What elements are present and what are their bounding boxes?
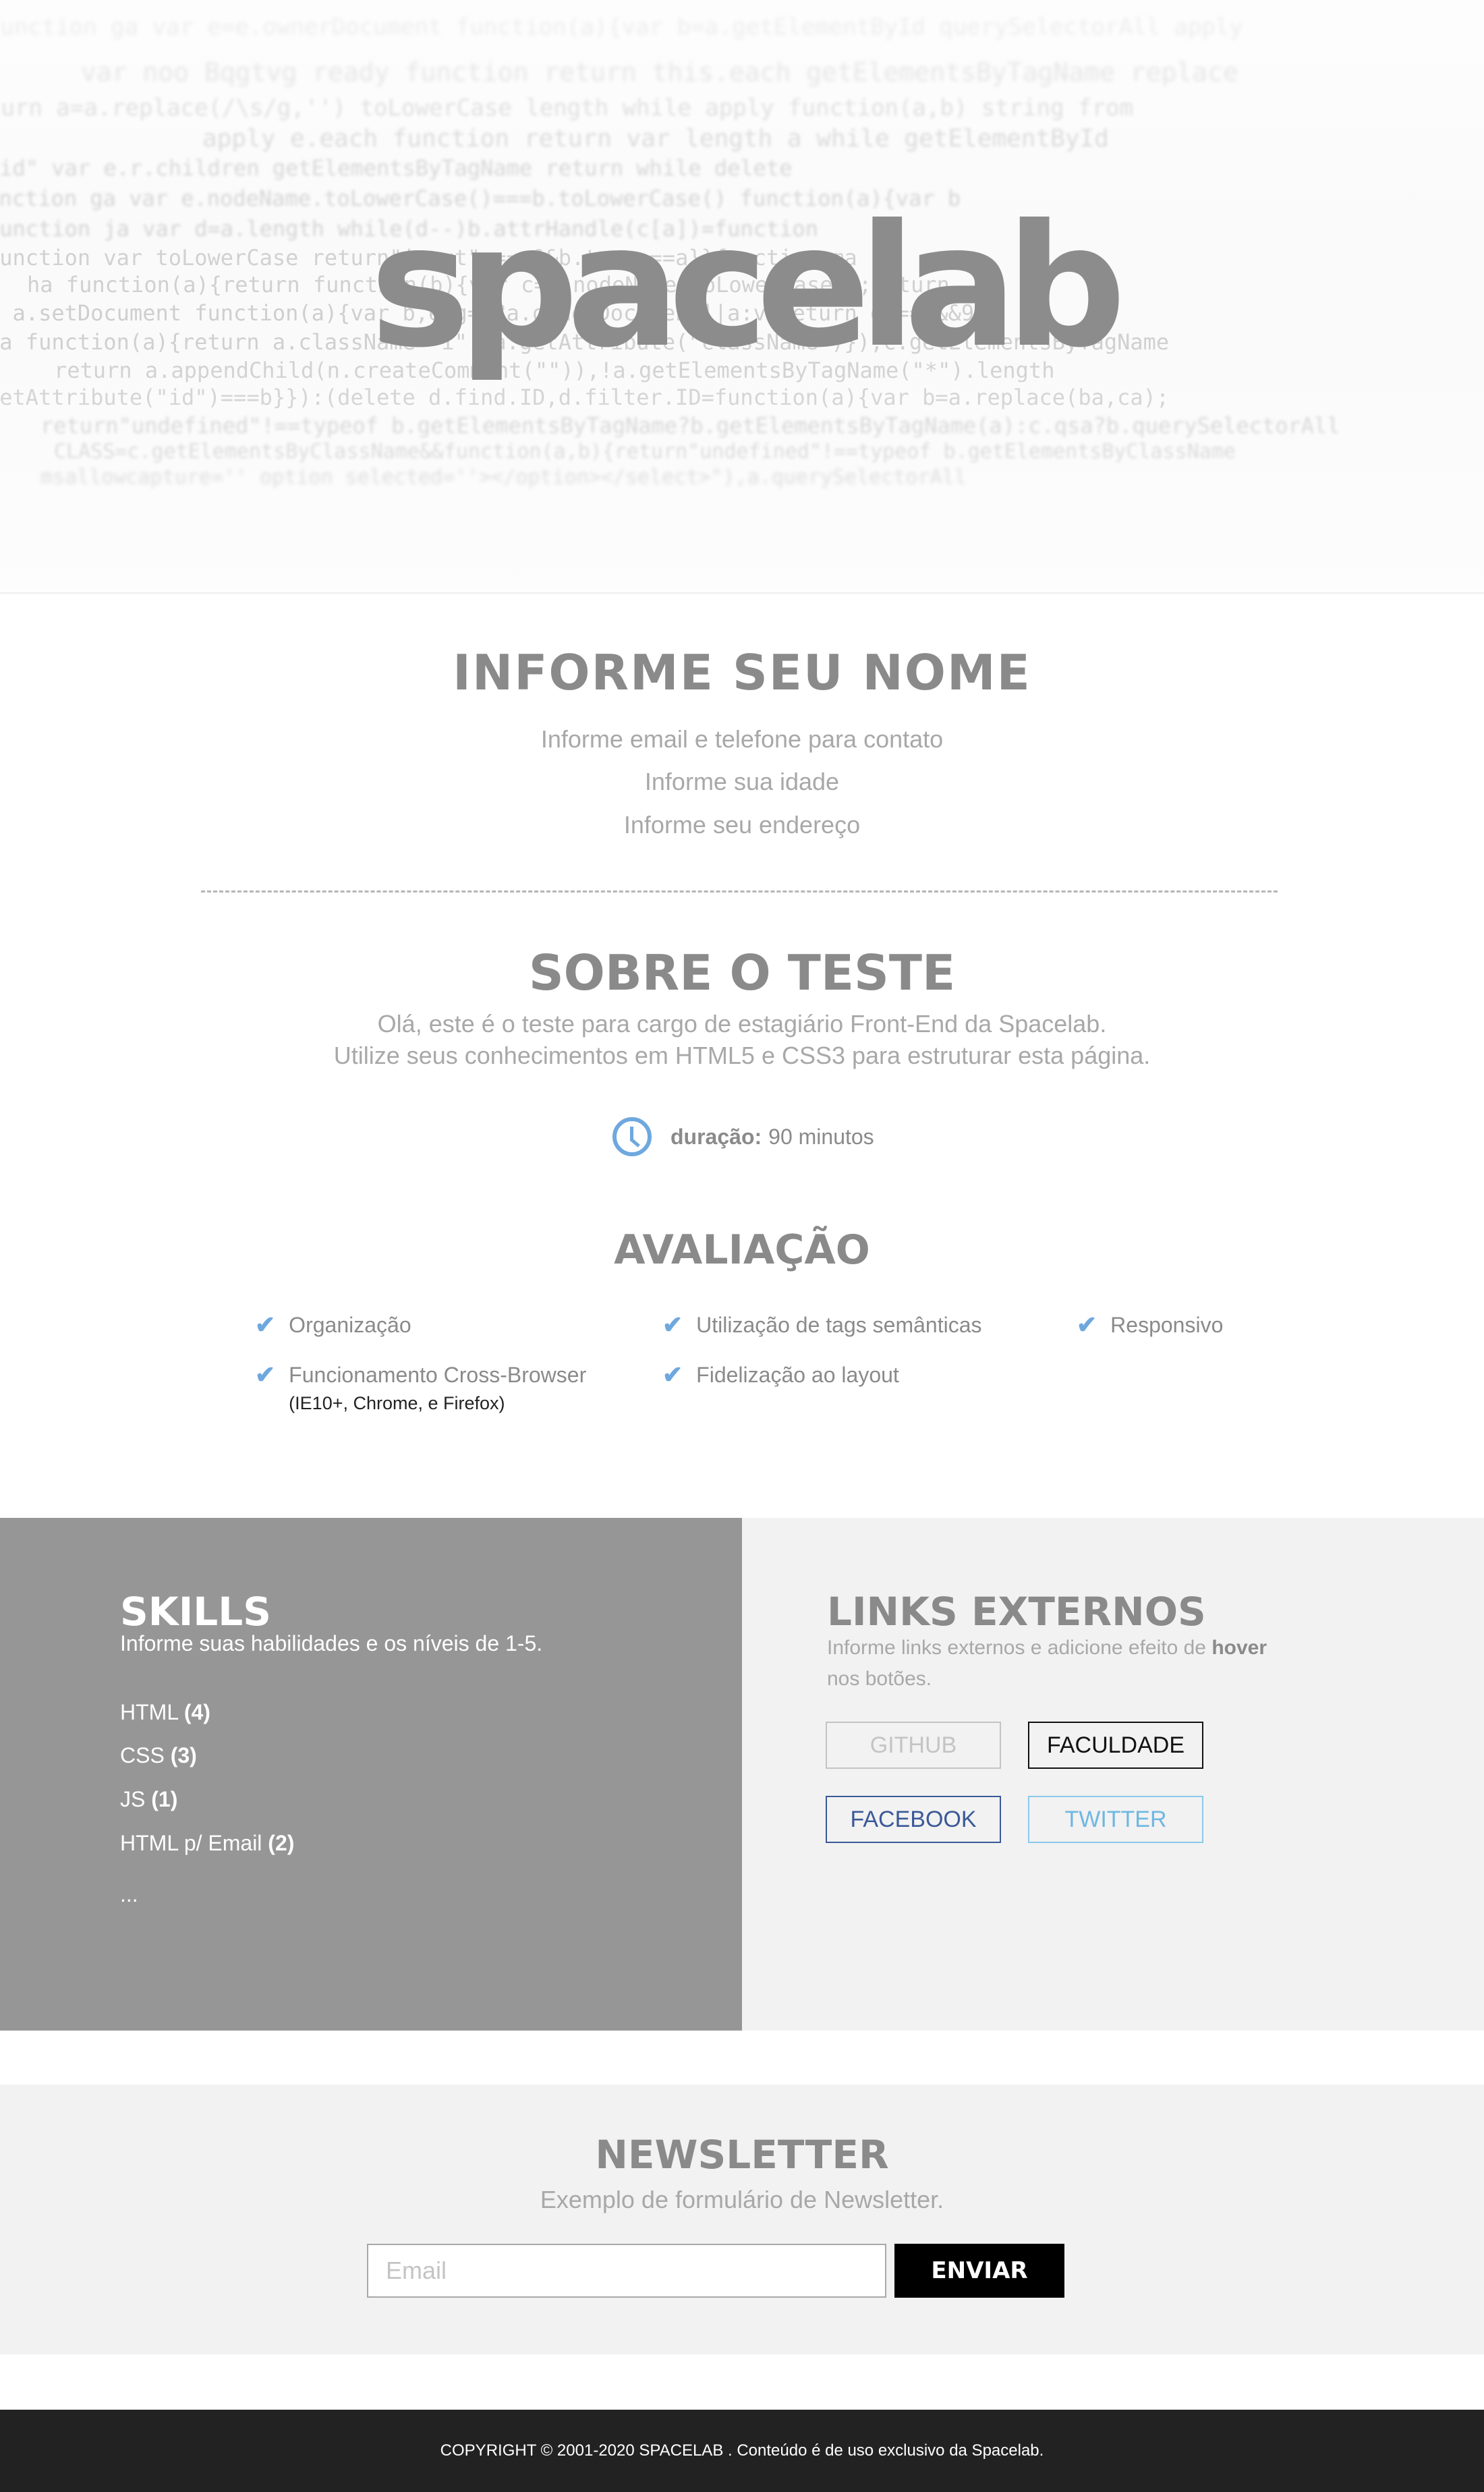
newsletter-section: NEWSLETTER Exemplo de formulário de News… xyxy=(0,2085,1484,2354)
background-code-line: msallowcapture='' option selected=''></o… xyxy=(40,465,967,489)
skill-name: CSS xyxy=(120,1743,165,1767)
check-icon: ✔ xyxy=(1077,1311,1097,1338)
evaluation-item-label: Utilização de tags semânticas xyxy=(696,1313,982,1337)
newsletter-heading: NEWSLETTER xyxy=(595,2132,889,2178)
twitter-button[interactable]: TWITTER xyxy=(1028,1796,1203,1843)
check-icon: ✔ xyxy=(255,1361,276,1388)
skill-item: JS (1) xyxy=(120,1787,177,1812)
skill-item: HTML (4) xyxy=(120,1700,210,1725)
section-divider xyxy=(201,890,1278,893)
skills-section: SKILLS Informe suas habilidades e os nív… xyxy=(0,1518,742,2031)
hero-header: function ga var e=e.ownerDocument functi… xyxy=(0,0,1484,594)
about-text-line: Utilize seus conhecimentos em HTML5 e CS… xyxy=(333,1042,1151,1069)
spacelab-logo: spacelab xyxy=(370,188,1126,385)
address-info: Informe seu endereço xyxy=(623,811,861,839)
facebook-button[interactable]: FACEBOOK xyxy=(826,1796,1001,1843)
background-code-line: return"undefined"!==typeof b.getElements… xyxy=(40,413,1340,438)
contact-info: Informe email e telefone para contato xyxy=(540,725,944,753)
skill-item: HTML p/ Email (2) xyxy=(120,1831,294,1856)
submit-button[interactable]: ENVIAR xyxy=(894,2244,1064,2298)
duration-label: duração: xyxy=(670,1124,762,1149)
evaluation-item: ✔ Fidelização ao layout xyxy=(662,1363,899,1388)
evaluation-item: ✔ Responsivo xyxy=(1077,1313,1223,1338)
background-code-line: "id" var e.r.children getElementsByTagNa… xyxy=(0,155,793,181)
background-code-line: getAttribute("id")===b}}):(delete d.find… xyxy=(0,385,1170,410)
background-code-line: var noo Bqgtvg ready function return thi… xyxy=(81,57,1238,87)
skill-name: JS xyxy=(120,1787,146,1811)
newsletter-description: Exemplo de formulário de Newsletter. xyxy=(540,2186,944,2213)
skills-more: ... xyxy=(120,1882,138,1906)
name-heading: INFORME SEU NOME xyxy=(453,644,1031,701)
check-icon: ✔ xyxy=(662,1361,683,1388)
links-description-text: nos botões. xyxy=(827,1668,932,1690)
evaluation-heading: AVALIAÇÃO xyxy=(614,1226,870,1274)
evaluation-item-note: (IE10+, Chrome, e Firefox) xyxy=(289,1393,505,1413)
external-links-section: LINKS EXTERNOS Informe links externos e … xyxy=(742,1518,1484,2031)
duration-value: 90 minutos xyxy=(768,1124,874,1149)
links-description-text: Informe links externos e adicione efeito… xyxy=(827,1637,1206,1659)
evaluation-item-label: Organização xyxy=(289,1313,411,1337)
background-code-line: apply e.each function return var length … xyxy=(202,125,1109,152)
links-description-bold: hover xyxy=(1211,1637,1267,1659)
check-icon: ✔ xyxy=(662,1311,683,1338)
skill-level: (2) xyxy=(268,1831,295,1855)
check-icon: ✔ xyxy=(255,1311,276,1338)
evaluation-item-label: Fidelização ao layout xyxy=(696,1363,899,1387)
evaluation-item: ✔ Organização xyxy=(255,1313,411,1338)
evaluation-item-label: Funcionamento Cross-Browser xyxy=(289,1363,587,1387)
skill-name: HTML xyxy=(120,1700,178,1724)
evaluation-item-label: Responsivo xyxy=(1110,1313,1224,1337)
clock-icon xyxy=(612,1117,652,1156)
skills-description: Informe suas habilidades e os níveis de … xyxy=(120,1631,543,1655)
background-code-line: function ga var e=e.ownerDocument functi… xyxy=(0,13,1243,40)
skill-level: (4) xyxy=(183,1700,210,1724)
background-code-line: return a=a.replace(/\s/g,'') toLowerCase… xyxy=(0,94,1133,121)
links-heading: LINKS EXTERNOS xyxy=(827,1589,1206,1635)
faculdade-button[interactable]: FACULDADE xyxy=(1028,1722,1203,1769)
links-description: Informe links externos e adicione efeito… xyxy=(827,1633,1299,1695)
about-heading: SOBRE O TESTE xyxy=(528,944,956,1001)
skill-item: CSS (3) xyxy=(120,1743,197,1768)
age-info: Informe sua idade xyxy=(644,768,840,795)
copyright-text: COPYRIGHT © 2001-2020 SPACELAB . Conteúd… xyxy=(440,2441,1044,2460)
duration: duração: 90 minutos xyxy=(612,1116,874,1157)
skill-name: HTML p/ Email xyxy=(120,1831,262,1855)
skill-level: (1) xyxy=(151,1787,178,1811)
footer: COPYRIGHT © 2001-2020 SPACELAB . Conteúd… xyxy=(0,2410,1484,2492)
evaluation-item: ✔ Utilização de tags semânticas xyxy=(662,1313,981,1338)
evaluation-item: ✔ Funcionamento Cross-Browser (IE10+, Ch… xyxy=(255,1363,586,1414)
email-field[interactable] xyxy=(367,2244,886,2298)
background-code-line: CLASS=c.getElementsByClassName&&function… xyxy=(54,440,1236,463)
about-text-line: Olá, este é o teste para cargo de estagi… xyxy=(377,1010,1107,1038)
skill-level: (3) xyxy=(170,1743,197,1767)
skills-heading: SKILLS xyxy=(120,1589,271,1635)
github-button[interactable]: GITHUB xyxy=(826,1722,1001,1769)
